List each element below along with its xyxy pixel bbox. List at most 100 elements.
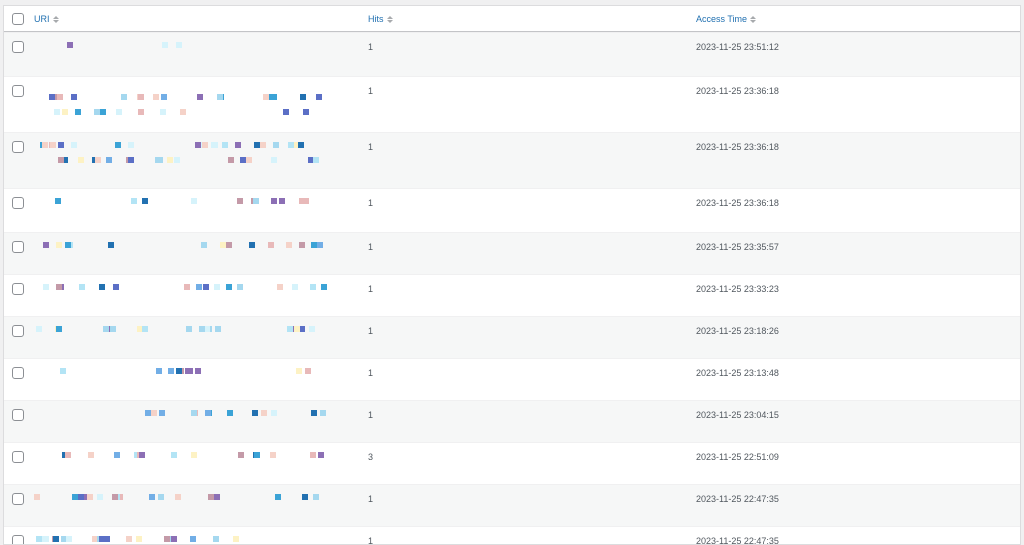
- redaction-block: [60, 368, 66, 374]
- table-row: 1 2023-11-25 23:36:18: [4, 132, 1020, 188]
- redaction-block: [160, 109, 166, 115]
- redaction-block: [317, 242, 323, 248]
- redaction-block: [271, 410, 277, 416]
- access-time-value: 2023-11-25 23:36:18: [696, 86, 779, 96]
- table-row: 1 2023-11-25 22:47:35: [4, 526, 1020, 545]
- access-time-value: 2023-11-25 23:36:18: [696, 198, 779, 208]
- uri-column-header[interactable]: URI: [34, 14, 364, 24]
- uri-redacted: [34, 142, 364, 172]
- redaction-block: [287, 326, 293, 332]
- redaction-block: [214, 284, 220, 290]
- redaction-block: [175, 494, 181, 500]
- row-checkbox[interactable]: [12, 85, 24, 97]
- redaction-block: [78, 494, 84, 500]
- redaction-block: [313, 157, 319, 163]
- hits-value: 3: [368, 452, 374, 462]
- redaction-block: [237, 198, 243, 204]
- redaction-block: [184, 284, 190, 290]
- row-checkbox[interactable]: [12, 409, 24, 421]
- redaction-block: [271, 157, 277, 163]
- redaction-block: [305, 368, 311, 374]
- row-checkbox[interactable]: [12, 367, 24, 379]
- hits-header-label: Hits: [368, 14, 384, 24]
- redaction-block: [283, 109, 289, 115]
- sort-icon: [750, 15, 757, 23]
- select-all-checkbox[interactable]: [12, 13, 24, 25]
- redaction-block: [162, 42, 168, 48]
- redaction-block: [298, 142, 304, 148]
- hits-value: 1: [368, 242, 374, 252]
- redaction-block: [201, 242, 207, 248]
- redaction-block: [299, 242, 305, 248]
- hits-value: 1: [368, 536, 374, 545]
- hits-value: 1: [368, 326, 374, 336]
- redaction-block: [113, 284, 119, 290]
- redaction-block: [114, 452, 120, 458]
- redaction-block: [62, 109, 68, 115]
- redaction-block: [176, 42, 182, 48]
- redaction-block: [227, 410, 233, 416]
- hits-value: 1: [368, 410, 374, 420]
- hits-value: 1: [368, 284, 374, 294]
- redaction-block: [176, 368, 182, 374]
- redaction-block: [309, 326, 315, 332]
- hits-value: 1: [368, 368, 374, 378]
- hits-column-header[interactable]: Hits: [368, 14, 393, 24]
- redaction-block: [106, 157, 112, 163]
- access-time-value: 2023-11-25 22:47:35: [696, 494, 779, 504]
- row-checkbox[interactable]: [12, 493, 24, 505]
- row-checkbox[interactable]: [12, 197, 24, 209]
- redaction-block: [99, 284, 105, 290]
- redaction-block: [191, 410, 197, 416]
- redaction-block: [71, 94, 77, 100]
- row-checkbox[interactable]: [12, 41, 24, 53]
- redaction-block: [320, 410, 326, 416]
- redaction-block: [277, 284, 283, 290]
- redaction-block: [126, 536, 132, 542]
- redaction-block: [222, 142, 228, 148]
- row-checkbox[interactable]: [12, 283, 24, 295]
- row-checkbox[interactable]: [12, 325, 24, 337]
- redaction-block: [195, 142, 201, 148]
- uri-header-label: URI: [34, 14, 50, 24]
- redaction-block: [153, 94, 159, 100]
- table-row: 1 2023-11-25 23:33:23: [4, 274, 1020, 316]
- redaction-block: [321, 284, 327, 290]
- redaction-block: [171, 452, 177, 458]
- redaction-block: [138, 109, 144, 115]
- redaction-block: [128, 157, 134, 163]
- redaction-block: [180, 109, 186, 115]
- redaction-block: [67, 42, 73, 48]
- uri-redacted: [34, 536, 364, 544]
- access-time-value: 2023-11-25 23:13:48: [696, 368, 779, 378]
- redaction-block: [313, 494, 319, 500]
- table-header-row: URI Hits Access Time: [4, 6, 1020, 32]
- row-checkbox[interactable]: [12, 141, 24, 153]
- redaction-block: [36, 326, 42, 332]
- access-time-column-header[interactable]: Access Time: [696, 14, 757, 24]
- redaction-block: [66, 536, 72, 542]
- redaction-block: [58, 157, 64, 163]
- redaction-block: [279, 198, 285, 204]
- redaction-block: [273, 142, 279, 148]
- redaction-block: [261, 410, 267, 416]
- redaction-block: [246, 157, 252, 163]
- redaction-block: [174, 157, 180, 163]
- row-checkbox[interactable]: [12, 451, 24, 463]
- redaction-block: [268, 242, 274, 248]
- redaction-block: [296, 368, 302, 374]
- redaction-block: [191, 452, 197, 458]
- redaction-block: [36, 536, 42, 542]
- redaction-block: [53, 536, 59, 542]
- redaction-block: [56, 326, 62, 332]
- access-log-table: URI Hits Access Time 1 2023-11-25 23:51:1…: [3, 5, 1021, 545]
- redaction-block: [136, 536, 142, 542]
- redaction-block: [121, 94, 127, 100]
- redaction-block: [199, 326, 205, 332]
- table-row: 1 2023-11-25 23:04:15: [4, 400, 1020, 442]
- redaction-block: [186, 326, 192, 332]
- redaction-block: [78, 157, 84, 163]
- redaction-block: [139, 452, 145, 458]
- row-checkbox[interactable]: [12, 241, 24, 253]
- row-checkbox[interactable]: [12, 535, 24, 544]
